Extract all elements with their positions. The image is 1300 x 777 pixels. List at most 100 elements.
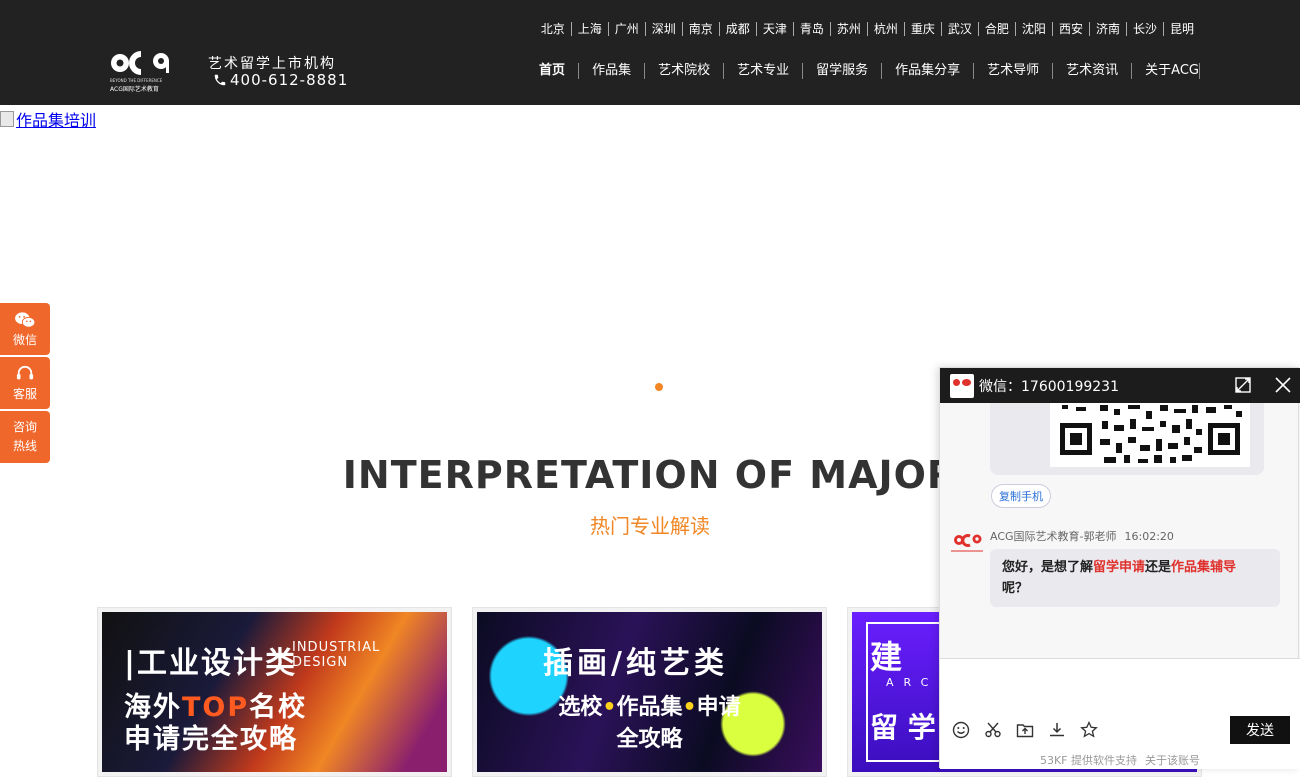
city-link[interactable]: 昆明 [1164,22,1200,36]
message-link-portfolio[interactable]: 作品集辅导 [1171,560,1236,575]
about-account-link[interactable]: 关于该账号 [1145,754,1200,767]
card-subtitle-part: 作品集 [616,695,683,720]
city-link[interactable]: 广州 [609,22,646,36]
chat-toolbar [952,721,1098,739]
message-link-study-abroad[interactable]: 留学申请 [1093,560,1145,575]
card-title: |工业设计类 [124,646,297,681]
acg-logo[interactable]: BEYOND THE DIFFERENCE ACG国际艺术教育 [110,48,172,93]
site-header: BEYOND THE DIFFERENCE ACG国际艺术教育 艺术留学上市机构… [0,0,1300,105]
card-title: 建 [870,638,903,676]
download-icon[interactable] [1048,721,1066,739]
chat-title: 微信：17600199231 [979,378,1119,395]
chat-input-area[interactable]: 发送 53KF 提供软件支持 关于该账号 [940,658,1300,769]
side-tab-customer-service[interactable]: 客服 [0,357,50,409]
wechat-icon [15,311,36,328]
card-subtitle: 留 学 [870,711,936,744]
major-card-industrial-design[interactable]: |工业设计类 INDUSTRIAL DESIGN 海外TOP名校 申请完全攻略 [97,607,452,777]
nav-art-news[interactable]: 艺术资讯 [1053,63,1133,79]
city-link[interactable]: 长沙 [1127,22,1164,36]
main-nav: 首页 作品集 艺术院校 艺术专业 留学服务 作品集分享 艺术导师 艺术资讯 关于… [539,63,1200,79]
city-link[interactable]: 深圳 [646,22,683,36]
header-hotline: 400-612-8881 [213,71,348,89]
card-subtitle-part: 海外 [124,692,182,723]
card-subtitle-line: 全攻略 [616,727,683,752]
message-meta: ACG国际艺术教育-郭老师 16:02:20 [990,528,1174,544]
city-link[interactable]: 杭州 [868,22,905,36]
major-card-illustration-fine-art[interactable]: 插画/纯艺类 选校•作品集•申请 全攻略 [472,607,827,777]
logo-tagline: BEYOND THE DIFFERENCE [110,78,163,83]
banner-alt-text: 作品集培训 [16,111,97,130]
chat-logo-avatar [950,373,974,398]
nav-portfolio[interactable]: 作品集 [579,63,646,79]
header-slogan: 艺术留学上市机构 [208,56,336,72]
headset-icon [16,365,34,379]
chat-widget: 微信：17600199231 复制手机 ACG国际艺术教育-郭老师 16:02:… [939,367,1300,769]
chat-window-controls [1234,376,1292,394]
side-tab-label: 咨询 [12,420,37,434]
card-subtitle-highlight: TOP [182,692,250,723]
chat-footer: 53KF 提供软件支持 关于该账号 [940,752,1300,768]
logo-name: ACG国际艺术教育 [110,86,159,93]
chat-message-list[interactable]: 复制手机 ACG国际艺术教育-郭老师 16:02:20 您好，是想了解留学申请还是… [940,403,1300,658]
city-link[interactable]: 北京 [535,22,572,36]
card-subtitle: 海外TOP名校 申请完全攻略 [124,692,307,756]
nav-portfolio-sharing[interactable]: 作品集分享 [882,63,975,79]
city-link[interactable]: 重庆 [905,22,942,36]
nav-study-abroad-services[interactable]: 留学服务 [803,63,883,79]
nav-home[interactable]: 首页 [539,63,580,79]
hotline-number: 400-612-8881 [230,71,349,89]
card-title: 插画/纯艺类 [543,646,728,681]
copy-phone-button[interactable]: 复制手机 [991,484,1051,508]
message-time: 16:02:20 [1124,530,1174,543]
city-selector: 北京 上海 广州 深圳 南京 成都 天津 青岛 苏州 杭州 重庆 武汉 合肥 沈… [535,22,1200,36]
nav-art-majors[interactable]: 艺术专业 [724,63,804,79]
close-icon[interactable] [1274,376,1292,394]
wechat-qr-code [1050,403,1250,467]
agent-avatar [951,534,983,552]
send-button[interactable]: 发送 [1230,716,1290,744]
message-text: 您好，是想了解 [1002,560,1094,575]
city-link[interactable]: 南京 [683,22,720,36]
city-link[interactable]: 济南 [1090,22,1127,36]
side-tab-wechat[interactable]: 微信 [0,303,50,355]
card-image: 插画/纯艺类 选校•作品集•申请 全攻略 [477,612,822,772]
nav-art-mentors[interactable]: 艺术导师 [974,63,1054,79]
card-title-en-line: DESIGN [292,655,349,670]
card-subtitle-dot: • [682,695,697,720]
star-icon[interactable] [1080,721,1098,739]
message-sender: ACG国际艺术教育-郭老师 [990,530,1117,543]
card-subtitle-part: 申请 [696,695,741,720]
nav-about[interactable]: 关于ACG [1132,63,1200,79]
expand-icon[interactable] [1234,376,1252,394]
message-bubble: 您好，是想了解留学申请还是作品集辅导 呢？ [990,549,1280,607]
card-subtitle-part: 选校 [558,695,603,720]
card-subtitle: 选校•作品集•申请 全攻略 [477,692,822,756]
folder-upload-icon[interactable] [1016,721,1034,739]
broken-image-icon [0,111,14,127]
city-link[interactable]: 沈阳 [1016,22,1053,36]
city-link[interactable]: 合肥 [979,22,1016,36]
city-link[interactable]: 武汉 [942,22,979,36]
card-title-en: INDUSTRIAL DESIGN [292,640,380,670]
carousel-dot[interactable] [655,383,663,391]
city-link[interactable]: 天津 [757,22,794,36]
emoji-icon[interactable] [952,721,970,739]
chat-header: 微信：17600199231 [940,368,1300,403]
card-title-en-line: INDUSTRIAL [292,640,381,655]
scissors-icon[interactable] [984,721,1002,739]
card-subtitle-dot: • [602,695,617,720]
banner-image-link[interactable]: 作品集培训 [0,107,96,131]
powered-by-link[interactable]: 53KF 提供软件支持 [1040,754,1137,767]
card-subtitle-part: 名校 [249,692,308,723]
city-link[interactable]: 上海 [572,22,609,36]
qr-message-bubble [990,403,1264,475]
qr-code-icon [1060,405,1242,463]
city-link[interactable]: 西安 [1053,22,1090,36]
phone-icon [214,74,226,86]
city-link[interactable]: 苏州 [831,22,868,36]
nav-art-schools[interactable]: 艺术院校 [645,63,725,79]
city-link[interactable]: 成都 [720,22,757,36]
city-link[interactable]: 青岛 [794,22,831,36]
card-image: |工业设计类 INDUSTRIAL DESIGN 海外TOP名校 申请完全攻略 [102,612,447,772]
side-tab-label: 客服 [12,386,37,401]
